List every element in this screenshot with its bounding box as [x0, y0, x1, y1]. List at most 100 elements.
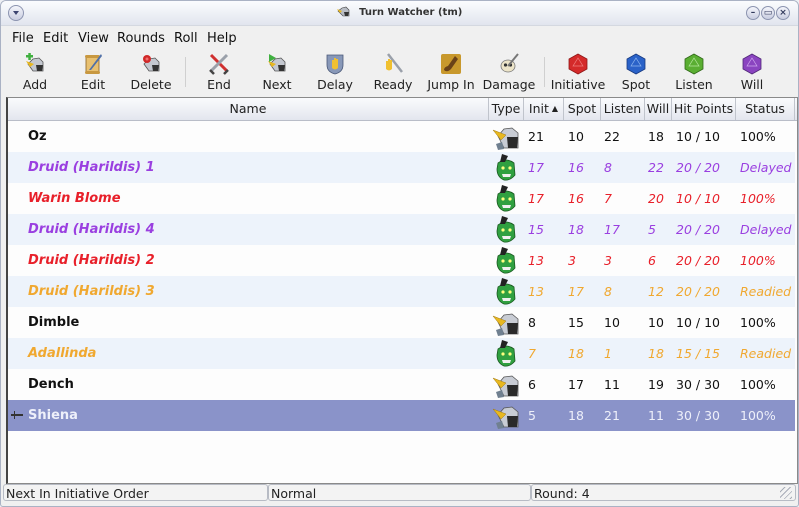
cell-will: 11 [648, 408, 664, 423]
cell-will: 6 [648, 253, 656, 268]
column-header-will[interactable]: Will [645, 98, 672, 120]
crossed-swords-icon [209, 53, 229, 75]
combatant-name: Oz [28, 129, 47, 144]
maximize-button[interactable]: ▭ [761, 6, 775, 20]
skull-sword-icon [500, 53, 519, 73]
table-row[interactable]: Druid (Harildis) 4 15 18 17 5 20 / 20 Delayed [8, 214, 795, 245]
cell-status: Readied [740, 346, 792, 361]
table-row[interactable]: Dench 6 17 11 19 30 / 30 100% [8, 369, 795, 400]
menu-file[interactable]: File [12, 31, 34, 46]
delete-button[interactable]: Delete [121, 53, 181, 92]
column-header-init[interactable]: Init ▲ [524, 98, 564, 120]
cell-hp: 20 / 20 [676, 222, 720, 237]
cell-hp: 20 / 20 [676, 253, 720, 268]
cell-spot: 17 [568, 284, 584, 299]
menu-roll[interactable]: Roll [174, 31, 198, 46]
cell-will: 18 [648, 346, 664, 361]
cell-init: 8 [528, 315, 536, 330]
cell-hp: 10 / 10 [676, 129, 720, 144]
title-bar[interactable]: Turn Watcher (tm) – ▭ × [1, 1, 798, 26]
player-helmet-icon [492, 370, 520, 399]
combatant-name: Druid (Harildis) 1 [28, 160, 155, 175]
jump-in-label: Jump In [427, 77, 475, 92]
menu-rounds[interactable]: Rounds [117, 31, 165, 46]
cell-spot: 16 [568, 191, 584, 206]
monster-orc-icon [492, 339, 520, 368]
table-row[interactable]: Druid (Harildis) 3 13 17 8 12 20 / 20 Readied [8, 276, 795, 307]
red-die-icon [568, 53, 588, 75]
cell-status: 100% [740, 315, 776, 330]
cell-listen: 22 [604, 129, 620, 144]
column-header-type[interactable]: Type [489, 98, 524, 120]
combatant-table: Name Type Init ▲ Spot Listen Will Hit Poi… [6, 97, 798, 484]
cell-will: 18 [648, 129, 664, 144]
listen-label: Listen [675, 77, 713, 92]
delete-label: Delete [130, 77, 172, 92]
column-header-hit-points[interactable]: Hit Points [672, 98, 736, 120]
toolbar-separator [185, 57, 186, 87]
cell-hp: 15 / 15 [676, 346, 720, 361]
jump-in-button[interactable]: Jump In [421, 53, 481, 92]
cell-listen: 21 [604, 408, 620, 423]
status-bar: Next In Initiative Order Normal Round: 4 [1, 484, 798, 502]
window-title: Turn Watcher (tm) [1, 6, 798, 18]
ready-label: Ready [373, 77, 413, 92]
delay-button[interactable]: Delay [305, 53, 365, 92]
toolbar: Add Edit Delete End Next Delay Ready Jum… [1, 49, 798, 95]
cell-spot: 16 [568, 160, 584, 175]
combatant-name: Dench [28, 377, 74, 392]
column-header-status[interactable]: Status [736, 98, 795, 120]
will-button[interactable]: Will [722, 53, 782, 92]
add-button[interactable]: Add [5, 53, 65, 92]
menu-help[interactable]: Help [207, 31, 237, 46]
resize-grip-icon[interactable] [780, 487, 792, 499]
menu-edit[interactable]: Edit [43, 31, 68, 46]
spot-button[interactable]: Spot [606, 53, 666, 92]
table-row[interactable]: Dimble 8 15 10 10 10 / 10 100% [8, 307, 795, 338]
table-row[interactable]: Adallinda 7 18 1 18 15 / 15 Readied [8, 338, 795, 369]
hand-sword-icon [386, 53, 403, 73]
cell-listen: 8 [604, 284, 612, 299]
cell-will: 12 [648, 284, 664, 299]
menu-view[interactable]: View [78, 31, 109, 46]
table-row[interactable]: Oz 21 10 22 18 10 / 10 100% [8, 121, 795, 152]
listen-button[interactable]: Listen [664, 53, 724, 92]
cell-status: Readied [740, 284, 792, 299]
cell-listen: 17 [604, 222, 620, 237]
will-label: Will [740, 77, 764, 92]
status-mode: Normal [268, 484, 531, 501]
column-header-listen[interactable]: Listen [601, 98, 645, 120]
cell-will: 20 [648, 191, 664, 206]
damage-button[interactable]: Damage [479, 53, 539, 92]
combatant-name: Warin Blome [28, 191, 121, 206]
monster-orc-icon [492, 277, 520, 306]
purple-die-icon [742, 53, 762, 75]
add-label: Add [22, 77, 48, 92]
table-row[interactable]: Warin Blome 17 16 7 20 10 / 10 100% [8, 183, 795, 214]
cell-spot: 18 [568, 222, 584, 237]
edit-button[interactable]: Edit [63, 53, 123, 92]
cell-spot: 15 [568, 315, 584, 330]
column-header-spot[interactable]: Spot [564, 98, 601, 120]
cell-init: 21 [528, 129, 544, 144]
status-round: Round: 4 [531, 484, 796, 501]
ready-button[interactable]: Ready [363, 53, 423, 92]
table-row[interactable]: Shiena 5 18 21 11 30 / 30 100% [8, 400, 795, 431]
end-button[interactable]: End [189, 53, 249, 92]
toolbar-separator [544, 57, 545, 87]
next-button[interactable]: Next [247, 53, 307, 92]
cell-listen: 8 [604, 160, 612, 175]
combatant-name: Druid (Harildis) 3 [28, 284, 155, 299]
monster-orc-icon [492, 215, 520, 244]
initiative-button[interactable]: Initiative [548, 53, 608, 92]
table-row[interactable]: Druid (Harildis) 1 17 16 8 22 20 / 20 Delayed [8, 152, 795, 183]
close-button[interactable]: × [776, 6, 790, 20]
scroll-quill-icon [85, 54, 102, 74]
cell-init: 5 [528, 408, 536, 423]
cell-init: 13 [528, 253, 544, 268]
combatant-name: Dimble [28, 315, 80, 330]
cell-spot: 10 [568, 129, 584, 144]
table-row[interactable]: Druid (Harildis) 2 13 3 3 6 20 / 20 100% [8, 245, 795, 276]
column-header-name[interactable]: Name [8, 98, 489, 120]
minimize-button[interactable]: – [746, 6, 760, 20]
